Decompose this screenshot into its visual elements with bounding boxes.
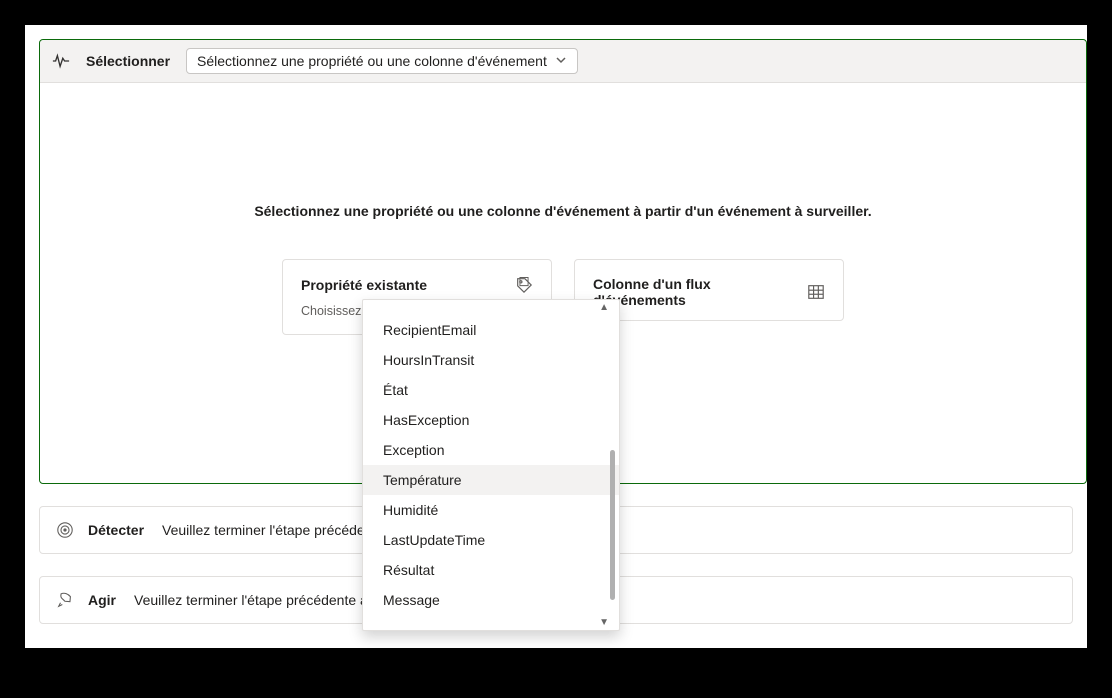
table-icon	[807, 283, 825, 301]
dropdown-item[interactable]: Température	[363, 465, 619, 495]
stream-column-dropdown: ▲ RecipientEmailHoursInTransitÉtatHasExc…	[362, 299, 620, 631]
dropdown-item[interactable]: Humidité	[363, 495, 619, 525]
dropdown-item[interactable]: HoursInTransit	[363, 345, 619, 375]
waveform-icon	[52, 52, 70, 70]
property-selector-dropdown[interactable]: Sélectionnez une propriété ou une colonn…	[186, 48, 578, 74]
dropdown-list: RecipientEmailHoursInTransitÉtatHasExcep…	[363, 313, 619, 617]
detect-step-title: Détecter	[88, 522, 144, 538]
target-icon	[56, 521, 74, 539]
existing-property-title: Propriété existante	[301, 277, 427, 293]
select-step-title: Sélectionner	[86, 53, 170, 69]
dropdown-scroll-up[interactable]: ▲	[363, 300, 619, 313]
event-stream-title: Colonne d'un flux d'événements	[593, 276, 807, 308]
property-selector-placeholder: Sélectionnez une propriété ou une colonn…	[197, 53, 547, 69]
dropdown-item[interactable]: HasException	[363, 405, 619, 435]
dropdown-item[interactable]: Message	[363, 585, 619, 615]
select-step-header: Sélectionner Sélectionnez une propriété …	[40, 40, 1086, 83]
dropdown-item[interactable]: RecipientEmail	[363, 315, 619, 345]
dropdown-item[interactable]: Résultat	[363, 555, 619, 585]
dropdown-item[interactable]: État	[363, 375, 619, 405]
select-instruction: Sélectionnez une propriété ou une colonn…	[70, 203, 1056, 219]
dropdown-item[interactable]: LastUpdateTime	[363, 525, 619, 555]
select-step-body: Sélectionnez une propriété ou une colonn…	[40, 83, 1086, 483]
rocket-icon	[56, 591, 74, 609]
dropdown-scrollbar[interactable]	[610, 450, 615, 600]
dropdown-item[interactable]: Exception	[363, 435, 619, 465]
tag-icon	[515, 276, 533, 294]
select-step-panel: Sélectionner Sélectionnez une propriété …	[39, 39, 1087, 484]
dropdown-scroll-down[interactable]: ▼	[363, 617, 619, 630]
act-step-title: Agir	[88, 592, 116, 608]
chevron-down-icon	[555, 53, 567, 69]
